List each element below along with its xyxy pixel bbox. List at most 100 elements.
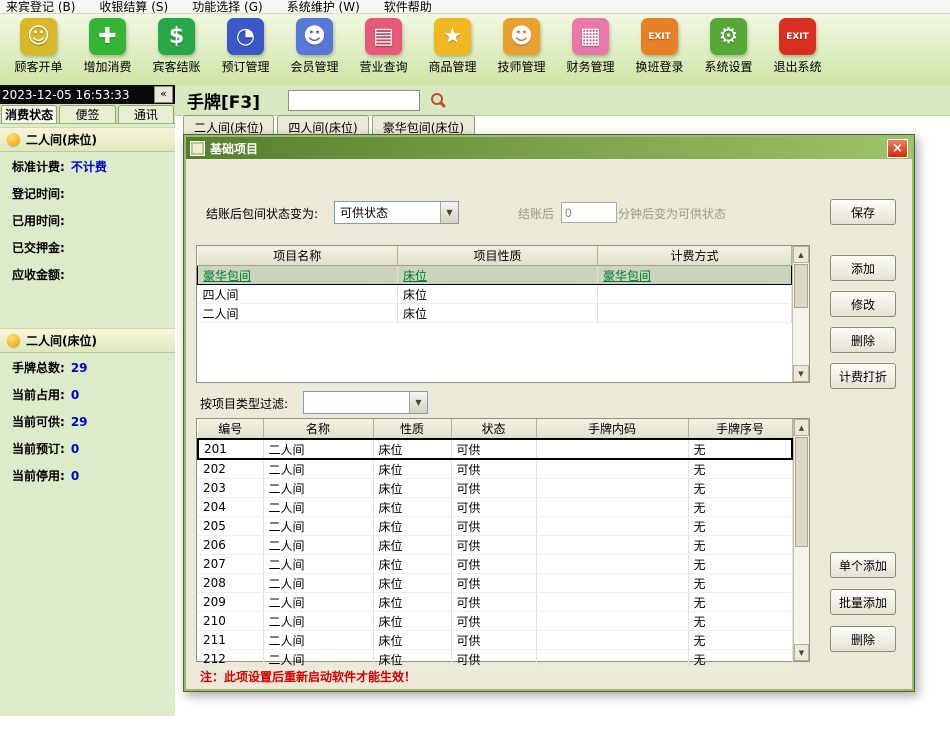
- scroll-track[interactable]: [793, 263, 809, 365]
- scroll-down-icon[interactable]: ▼: [794, 644, 809, 661]
- sidebar-tab[interactable]: 通讯: [118, 105, 174, 123]
- shift-login-button[interactable]: EXIT 换班登录: [625, 18, 694, 75]
- system-settings-button[interactable]: ⚙ 系统设置: [694, 18, 763, 75]
- scroll-up-icon[interactable]: ▲: [794, 419, 809, 436]
- table-cell: 床位: [373, 631, 451, 650]
- sidebar-field: 标准计费: 不计费: [12, 161, 163, 174]
- batch-add-button[interactable]: 批量添加: [830, 589, 896, 615]
- column-header[interactable]: 状态: [451, 419, 536, 439]
- chevron-down-icon[interactable]: ▼: [409, 392, 427, 413]
- table-row[interactable]: 206二人间床位可供无: [198, 536, 792, 555]
- save-button[interactable]: 保存: [830, 199, 896, 225]
- collapse-sidebar-button[interactable]: «: [154, 86, 173, 103]
- projects-scrollbar[interactable]: ▲ ▼: [792, 246, 809, 382]
- cards-scrollbar[interactable]: ▲ ▼: [793, 419, 809, 661]
- dialog-titlebar[interactable]: 基础项目 ×: [186, 137, 912, 159]
- minutes-input[interactable]: [561, 202, 617, 223]
- member-manage-button[interactable]: ☻ 会员管理: [280, 18, 349, 75]
- column-header[interactable]: 计费方式: [598, 246, 792, 266]
- delete-button[interactable]: 删除: [830, 327, 896, 353]
- table-cell: 211: [198, 631, 263, 650]
- table-cell: 无: [688, 555, 792, 574]
- table-row[interactable]: 212二人间床位可供无: [198, 650, 792, 669]
- sidebar-field: 手牌总数: 29: [12, 362, 163, 375]
- checkout-status-label: 结账后包间状态变为:: [206, 205, 318, 222]
- toolbar-label: 会员管理: [290, 58, 338, 75]
- filter-dropdown[interactable]: ▼: [303, 391, 428, 414]
- menu-item[interactable]: 系统维护 (W): [287, 0, 360, 13]
- table-cell: 二人间: [263, 479, 373, 498]
- menu-item[interactable]: 收银结算 (S): [99, 0, 168, 13]
- finance-manage-button[interactable]: ▦ 财务管理: [556, 18, 625, 75]
- column-header[interactable]: 编号: [198, 419, 263, 439]
- menubar: 来宾登记 (B) 收银结算 (S) 功能选择 (G) 系统维护 (W) 软件帮助: [0, 0, 950, 14]
- table-cell: 203: [198, 479, 263, 498]
- field-label: 当前占用:: [12, 389, 65, 402]
- table-cell: 床位: [373, 593, 451, 612]
- goods-manage-button[interactable]: ★ 商品管理: [418, 18, 487, 75]
- table-row[interactable]: 201二人间床位可供无: [198, 439, 792, 459]
- technician-manage-button[interactable]: ☻ 技师管理: [487, 18, 556, 75]
- search-icon[interactable]: [430, 92, 446, 108]
- dialog-title: 基础项目: [210, 140, 258, 157]
- close-icon[interactable]: ×: [887, 139, 908, 158]
- scroll-thumb[interactable]: [795, 437, 808, 547]
- delete-cards-button[interactable]: 删除: [830, 626, 896, 652]
- single-add-button[interactable]: 单个添加: [830, 552, 896, 578]
- scroll-track[interactable]: [794, 436, 809, 644]
- table-row[interactable]: 203二人间床位可供无: [198, 479, 792, 498]
- table-cell: 二人间: [263, 459, 373, 479]
- column-header[interactable]: 手牌序号: [688, 419, 792, 439]
- table-row[interactable]: 205二人间床位可供无: [198, 517, 792, 536]
- scroll-up-icon[interactable]: ▲: [793, 246, 809, 263]
- table-row[interactable]: 209二人间床位可供无: [198, 593, 792, 612]
- sidebar-tab[interactable]: 消费状态: [1, 105, 57, 123]
- field-value: 0: [71, 470, 79, 483]
- table-row[interactable]: 四人间床位: [198, 285, 792, 304]
- table-cell: 无: [688, 498, 792, 517]
- chevron-down-icon[interactable]: ▼: [440, 202, 458, 223]
- table-row[interactable]: 210二人间床位可供无: [198, 612, 792, 631]
- menu-item[interactable]: 来宾登记 (B): [6, 0, 75, 13]
- menu-item[interactable]: 功能选择 (G): [192, 0, 262, 13]
- sidebar-tab[interactable]: 便签: [59, 105, 115, 123]
- column-header[interactable]: 性质: [373, 419, 451, 439]
- scroll-down-icon[interactable]: ▼: [793, 365, 809, 382]
- sidebar-field: 应收金额:: [12, 269, 163, 282]
- column-header[interactable]: 项目名称: [198, 246, 398, 266]
- table-row[interactable]: 211二人间床位可供无: [198, 631, 792, 650]
- menu-item[interactable]: 软件帮助: [384, 0, 432, 13]
- goods-manage-icon: ★: [434, 18, 471, 55]
- table-row[interactable]: 202二人间床位可供无: [198, 459, 792, 479]
- booking-manage-button[interactable]: ◔ 预订管理: [211, 18, 280, 75]
- billing-discount-button[interactable]: 计费打折: [830, 363, 896, 389]
- business-query-button[interactable]: ▤ 营业查询: [349, 18, 418, 75]
- checkout-status-dropdown[interactable]: 可供状态 ▼: [334, 201, 459, 224]
- column-header[interactable]: 名称: [263, 419, 373, 439]
- table-row[interactable]: 207二人间床位可供无: [198, 555, 792, 574]
- modify-button[interactable]: 修改: [830, 291, 896, 317]
- table-cell: [536, 631, 688, 650]
- table-row[interactable]: 208二人间床位可供无: [198, 574, 792, 593]
- customer-open-button[interactable]: ☺ 顾客开单: [4, 18, 73, 75]
- exit-system-button[interactable]: EXIT 退出系统: [763, 18, 832, 75]
- column-header[interactable]: 项目性质: [398, 246, 598, 266]
- scroll-thumb[interactable]: [794, 264, 808, 308]
- table-cell: 床位: [398, 285, 598, 304]
- table-row[interactable]: 204二人间床位可供无: [198, 498, 792, 517]
- guest-checkout-button[interactable]: $ 宾客结账: [142, 18, 211, 75]
- hand-card-search-input[interactable]: [288, 90, 420, 111]
- sidebar-field: 当前占用: 0: [12, 389, 163, 402]
- column-header[interactable]: 手牌内码: [536, 419, 688, 439]
- booking-manage-icon: ◔: [227, 18, 264, 55]
- table-cell: [536, 536, 688, 555]
- add-consume-button[interactable]: ✚ 增加消费: [73, 18, 142, 75]
- table-row[interactable]: 豪华包间床位豪华包间: [198, 266, 792, 285]
- technician-manage-icon: ☻: [503, 18, 540, 55]
- table-cell: 无: [688, 439, 792, 459]
- app-window: 来宾登记 (B) 收银结算 (S) 功能选择 (G) 系统维护 (W) 软件帮助 ☺ 顾…: [0, 0, 950, 730]
- table-row[interactable]: 二人间床位: [198, 304, 792, 323]
- table-cell: 床位: [373, 612, 451, 631]
- dialog-icon: [190, 141, 205, 156]
- add-button[interactable]: 添加: [830, 255, 896, 281]
